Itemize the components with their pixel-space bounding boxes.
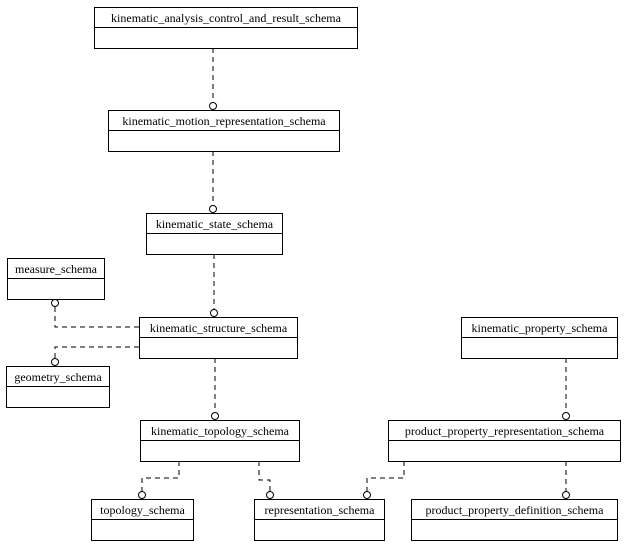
reference-connector-kt-rs	[258, 461, 274, 499]
reference-connector-kt-ts	[138, 461, 180, 499]
schema-name: product_property_definition_schema	[426, 503, 605, 517]
schema-box-ppd[interactable]: product_property_definition_schema	[411, 499, 618, 541]
schema-name: kinematic_structure_schema	[150, 321, 288, 335]
dashed-line	[54, 307, 139, 328]
reference-connector-kst-kt	[211, 358, 219, 420]
schema-name: kinematic_state_schema	[156, 217, 274, 231]
reference-circle-icon	[138, 491, 146, 499]
schema-name: measure_schema	[15, 262, 98, 276]
reference-circle-icon	[51, 299, 59, 307]
schema-name: geometry_schema	[14, 370, 102, 384]
schema-name: kinematic_property_schema	[472, 321, 609, 335]
reference-connector-kp-ppr	[562, 358, 570, 420]
schema-box-ks[interactable]: kinematic_state_schema	[146, 213, 283, 255]
reference-circle-icon	[266, 491, 274, 499]
schema-box-gs[interactable]: geometry_schema	[6, 366, 110, 408]
schema-name: topology_schema	[100, 503, 185, 517]
schema-name: kinematic_motion_representation_schema	[122, 114, 326, 128]
reference-connector-ks-kst	[210, 254, 218, 317]
schema-name: product_property_representation_schema	[405, 424, 605, 438]
schema-box-ppr[interactable]: product_property_representation_schema	[388, 420, 621, 462]
reference-circle-icon	[209, 102, 217, 110]
schema-box-ts[interactable]: topology_schema	[91, 499, 194, 541]
reference-connector-ppr-rs	[363, 461, 405, 499]
schema-box-ms[interactable]: measure_schema	[7, 258, 105, 300]
schema-name: kinematic_topology_schema	[151, 424, 290, 438]
schema-box-kacr[interactable]: kinematic_analysis_control_and_result_sc…	[94, 7, 358, 49]
reference-connector-kst-ms	[51, 299, 139, 328]
reference-connector-kacr-kmr	[209, 48, 217, 110]
reference-circle-icon	[209, 205, 217, 213]
schema-box-kst[interactable]: kinematic_structure_schema	[139, 317, 298, 359]
dashed-line	[141, 461, 180, 491]
diagram-svg: kinematic_analysis_control_and_result_sc…	[6, 7, 621, 541]
schema-box-kt[interactable]: kinematic_topology_schema	[140, 420, 300, 462]
dashed-line	[54, 346, 139, 358]
reference-circle-icon	[51, 358, 59, 366]
reference-connector-ppr-ppd	[562, 461, 570, 499]
reference-circle-icon	[562, 412, 570, 420]
dashed-line	[258, 461, 271, 491]
reference-circle-icon	[210, 309, 218, 317]
reference-circle-icon	[562, 491, 570, 499]
schema-name: representation_schema	[265, 503, 376, 517]
reference-connector-kmr-ks	[209, 151, 217, 213]
schema-diagram: kinematic_analysis_control_and_result_sc…	[0, 0, 639, 557]
schema-box-kp[interactable]: kinematic_property_schema	[461, 317, 618, 359]
schema-box-kmr[interactable]: kinematic_motion_representation_schema	[108, 110, 340, 152]
reference-circle-icon	[211, 412, 219, 420]
schema-name: kinematic_analysis_control_and_result_sc…	[111, 11, 342, 25]
reference-circle-icon	[363, 491, 371, 499]
schema-box-rs[interactable]: representation_schema	[254, 499, 385, 541]
reference-connector-kst-gs	[51, 346, 139, 366]
dashed-line	[366, 461, 405, 491]
